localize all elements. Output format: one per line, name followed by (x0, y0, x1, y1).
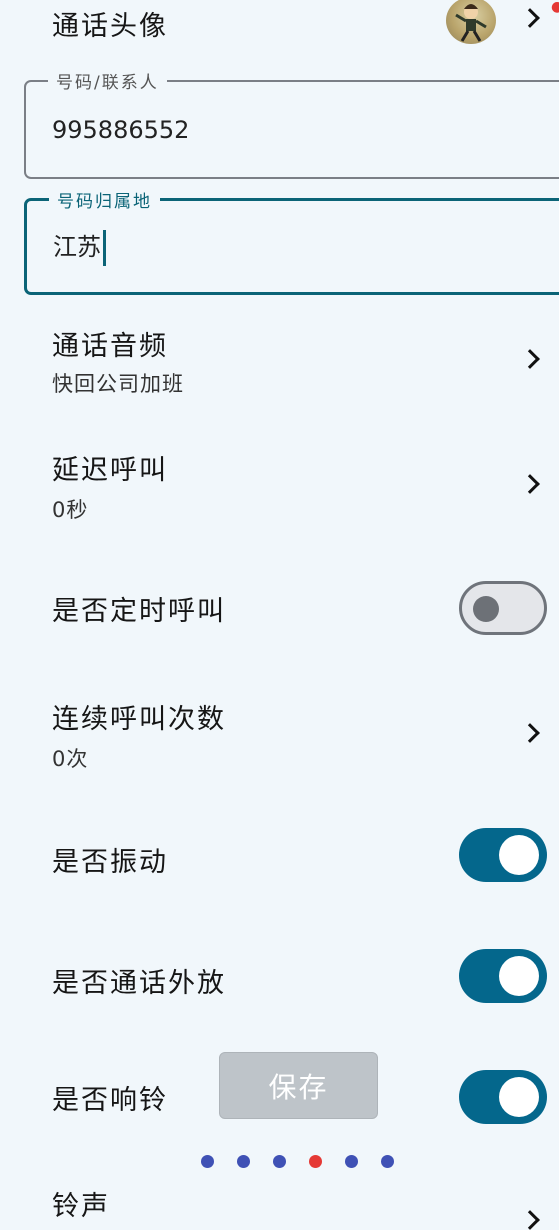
vibrate-toggle[interactable] (459, 828, 547, 882)
scheduled-row-label: 是否定时呼叫 (52, 596, 226, 627)
delay-row-label: 延迟呼叫 (52, 455, 168, 486)
ring-toggle[interactable] (459, 1070, 547, 1124)
chevron-right-icon (520, 8, 540, 28)
location-field-text: 江苏 (53, 233, 101, 261)
page-dot (237, 1155, 250, 1168)
number-field[interactable]: 号码/联系人 995886552 (24, 68, 559, 179)
audio-row-label: 通话音频 (52, 331, 168, 362)
toggle-knob (499, 956, 539, 996)
location-field-value[interactable]: 江苏 (53, 227, 106, 266)
corner-indicator-icon: ● (551, 0, 559, 14)
number-field-label: 号码/联系人 (48, 68, 167, 93)
page-indicator (201, 1155, 394, 1169)
audio-row[interactable]: 通话音频 快回公司加班 (0, 318, 559, 408)
ringtone-row[interactable]: 铃声 (0, 1180, 559, 1230)
scheduled-call-toggle[interactable] (459, 581, 547, 635)
chevron-right-icon (520, 349, 540, 369)
ring-row-label: 是否响铃 (52, 1085, 168, 1116)
toggle-knob (499, 1077, 539, 1117)
avatar-row[interactable]: 通话头像 (0, 0, 559, 50)
text-cursor (103, 230, 106, 266)
repeat-row[interactable]: 连续呼叫次数 0次 (0, 690, 559, 780)
speaker-row-label: 是否通话外放 (52, 968, 226, 999)
repeat-row-label: 连续呼叫次数 (52, 704, 226, 735)
toggle-knob (499, 835, 539, 875)
chevron-right-icon (520, 723, 540, 743)
toggle-knob (473, 596, 499, 622)
number-field-value[interactable]: 995886552 (52, 116, 189, 144)
location-field[interactable]: 号码归属地 江苏 (24, 187, 559, 295)
page-dot (345, 1155, 358, 1168)
chevron-right-icon (520, 474, 540, 494)
page-dot-active (309, 1155, 322, 1168)
scheduled-row: 是否定时呼叫 (0, 580, 559, 636)
avatar-image-icon (455, 4, 487, 42)
chevron-right-icon (520, 1210, 540, 1230)
delay-row-value: 0秒 (52, 498, 89, 522)
ringtone-row-label: 铃声 (52, 1191, 110, 1222)
audio-row-value: 快回公司加班 (52, 372, 184, 396)
page-dot (273, 1155, 286, 1168)
avatar (446, 0, 496, 44)
speaker-toggle[interactable] (459, 949, 547, 1003)
save-button[interactable]: 保存 (219, 1052, 378, 1119)
vibrate-row-label: 是否振动 (52, 847, 168, 878)
vibrate-row: 是否振动 (0, 828, 559, 884)
speaker-row: 是否通话外放 (0, 949, 559, 1005)
page-dot (381, 1155, 394, 1168)
delay-row[interactable]: 延迟呼叫 0秒 (0, 442, 559, 532)
page-dot (201, 1155, 214, 1168)
avatar-row-label: 通话头像 (52, 11, 168, 42)
repeat-row-value: 0次 (52, 747, 89, 771)
location-field-label: 号码归属地 (49, 187, 160, 212)
